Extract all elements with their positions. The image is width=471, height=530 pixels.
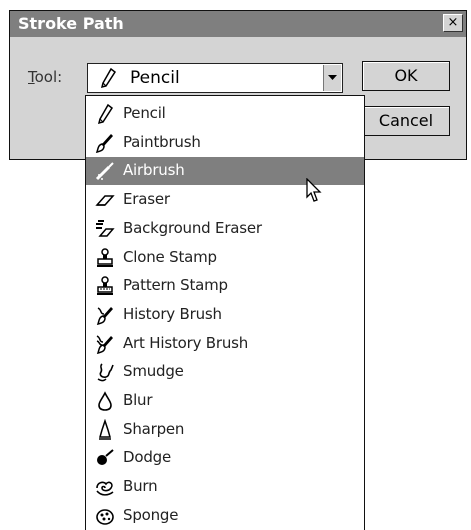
- list-item-label: Pattern Stamp: [123, 276, 228, 295]
- list-item-label: Burn: [123, 477, 158, 496]
- smudge-icon: [97, 363, 114, 382]
- list-item-label: Sharpen: [123, 419, 185, 438]
- tool-select-value: Pencil: [130, 68, 180, 88]
- list-item-label: Pencil: [123, 104, 166, 122]
- list-item-label: Paintbrush: [123, 132, 201, 151]
- list-item-label: Airbrush: [123, 161, 185, 180]
- list-item-background-eraser[interactable]: Background Eraser: [86, 215, 364, 243]
- airbrush-icon: [95, 162, 114, 181]
- art-history-brush-icon: [96, 334, 113, 354]
- list-item-history-brush[interactable]: History Brush: [86, 301, 364, 329]
- background-eraser-icon: [96, 219, 115, 237]
- tool-label-accelerator: T: [28, 68, 35, 86]
- dodge-icon: [97, 449, 114, 466]
- tool-label: Tool:: [28, 68, 62, 86]
- list-item-paintbrush[interactable]: Paintbrush: [86, 129, 364, 157]
- cancel-button[interactable]: Cancel: [362, 106, 450, 136]
- ok-button[interactable]: OK: [362, 61, 450, 91]
- blur-icon: [98, 391, 112, 411]
- list-item-label: Smudge: [123, 362, 184, 381]
- list-item-label: Blur: [123, 391, 153, 409]
- list-item-pencil[interactable]: Pencil: [86, 100, 364, 128]
- dialog-title: Stroke Path: [18, 14, 124, 33]
- mouse-cursor-icon: [306, 178, 322, 202]
- sharpen-icon: [99, 418, 111, 440]
- list-item-label: Background Eraser: [123, 218, 262, 237]
- burn-icon: [96, 481, 114, 496]
- close-button[interactable]: ×: [443, 14, 463, 32]
- tool-select[interactable]: Pencil: [87, 63, 343, 93]
- history-brush-icon: [96, 306, 113, 325]
- list-item-blur[interactable]: Blur: [86, 387, 364, 415]
- dropdown-button[interactable]: [323, 65, 341, 91]
- list-item-label: Dodge: [123, 448, 171, 467]
- paintbrush-icon: [95, 133, 113, 153]
- title-bar[interactable]: Stroke Path ×: [10, 11, 466, 37]
- list-item-label: Eraser: [123, 190, 170, 209]
- list-item-sharpen[interactable]: Sharpen: [86, 416, 364, 444]
- list-item-smudge[interactable]: Smudge: [86, 358, 364, 386]
- list-item-label: Clone Stamp: [123, 247, 217, 266]
- list-item-clone-stamp[interactable]: Clone Stamp: [86, 244, 364, 272]
- list-item-dodge[interactable]: Dodge: [86, 444, 364, 472]
- list-item-burn[interactable]: Burn: [86, 473, 364, 501]
- close-icon: ×: [447, 15, 459, 30]
- tool-label-text: ool:: [34, 68, 63, 86]
- list-item-label: History Brush: [123, 304, 222, 323]
- list-item-pattern-stamp[interactable]: Pattern Stamp: [86, 272, 364, 300]
- list-item-art-history-brush[interactable]: Art History Brush: [86, 330, 364, 358]
- pencil-icon: [97, 103, 114, 125]
- pattern-stamp-icon: [97, 276, 113, 296]
- pencil-icon: [100, 67, 117, 89]
- clone-stamp-icon: [97, 247, 113, 267]
- sponge-icon: [96, 508, 114, 525]
- chevron-down-icon: [328, 75, 337, 80]
- list-item-sponge[interactable]: Sponge: [86, 502, 364, 530]
- list-item-label: Art History Brush: [123, 333, 249, 352]
- list-item-label: Sponge: [123, 505, 179, 524]
- eraser-icon: [95, 195, 115, 206]
- tool-dropdown-list[interactable]: Pencil Paintbrush Airbrush Eraser Background…: [85, 95, 365, 530]
